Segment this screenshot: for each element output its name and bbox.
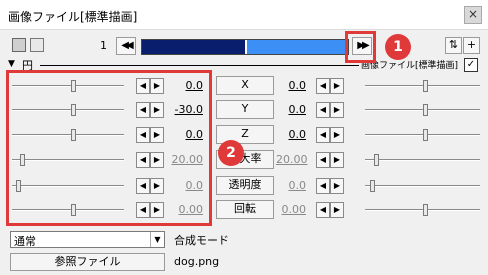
increment-arrow-icon[interactable]: ▶: [330, 178, 344, 194]
timeline-progress: [142, 40, 245, 54]
decrement-arrow-icon[interactable]: ◀: [316, 127, 330, 143]
right-slider[interactable]: [365, 80, 480, 92]
close-button[interactable]: ×: [464, 6, 482, 24]
decrement-arrow-icon[interactable]: ◀: [316, 78, 330, 94]
right-value[interactable]: 0.00: [276, 203, 307, 216]
increment-arrow-icon[interactable]: ▶: [330, 127, 344, 143]
right-value[interactable]: 0.0: [276, 179, 307, 192]
right-value[interactable]: 0.0: [276, 128, 307, 141]
blend-mode-value: 通常: [14, 235, 36, 248]
right-slider[interactable]: [365, 204, 480, 216]
slider-thumb[interactable]: [423, 104, 428, 116]
slider-thumb[interactable]: [423, 204, 428, 216]
swap-button[interactable]: ⇅: [445, 37, 462, 54]
param-button-1[interactable]: X: [216, 76, 274, 95]
title-bar: 画像ファイル[標準描画] ×: [0, 0, 488, 30]
decrement-arrow-icon[interactable]: ◀: [316, 202, 330, 218]
slider-thumb[interactable]: [423, 80, 428, 92]
enable-checkbox[interactable]: ✓: [464, 58, 478, 72]
timeline-marker[interactable]: [245, 40, 247, 54]
decrement-arrow-icon[interactable]: ◀: [316, 102, 330, 118]
add-button[interactable]: +: [463, 37, 480, 54]
increment-arrow-icon[interactable]: ▶: [330, 78, 344, 94]
right-slider[interactable]: [365, 129, 480, 141]
frame-number: 1: [100, 39, 107, 52]
right-value[interactable]: 0.0: [276, 79, 307, 92]
blend-mode-select[interactable]: 通常 ▼: [10, 231, 165, 248]
camera-icon[interactable]: [12, 38, 26, 52]
right-slider[interactable]: [365, 104, 480, 116]
collapse-triangle-icon[interactable]: ▼: [8, 59, 15, 69]
timeline-remaining: [245, 40, 348, 54]
right-value[interactable]: 0.0: [276, 103, 307, 116]
prev-keyframe-button[interactable]: ◀◀: [116, 37, 136, 55]
timeline-bar[interactable]: [141, 39, 349, 55]
dropdown-arrow-icon[interactable]: ▼: [150, 232, 164, 247]
callout-1: 1: [385, 34, 411, 60]
blend-mode-label: 合成モード: [174, 234, 229, 247]
right-slider[interactable]: [365, 154, 480, 166]
increment-arrow-icon[interactable]: ▶: [330, 202, 344, 218]
file-name: dog.png: [174, 255, 220, 268]
slider-thumb[interactable]: [423, 129, 428, 141]
slider-thumb[interactable]: [374, 154, 379, 166]
callout-2: 2: [218, 140, 244, 166]
param-button-5[interactable]: 透明度: [216, 176, 274, 195]
reference-file-button[interactable]: 参照ファイル: [10, 253, 165, 271]
increment-arrow-icon[interactable]: ▶: [330, 152, 344, 168]
slider-thumb[interactable]: [370, 180, 375, 192]
increment-arrow-icon[interactable]: ▶: [330, 102, 344, 118]
param-button-6[interactable]: 回転: [216, 200, 274, 219]
decrement-arrow-icon[interactable]: ◀: [316, 178, 330, 194]
highlight-box-next: [345, 31, 376, 63]
decrement-arrow-icon[interactable]: ◀: [316, 152, 330, 168]
highlight-box-params: [6, 70, 212, 226]
object-icon[interactable]: [30, 38, 44, 52]
window-title: 画像ファイル[標準描画]: [8, 10, 138, 24]
right-value[interactable]: 20.00: [276, 153, 308, 166]
right-slider[interactable]: [365, 180, 480, 192]
param-button-2[interactable]: Y: [216, 100, 274, 119]
